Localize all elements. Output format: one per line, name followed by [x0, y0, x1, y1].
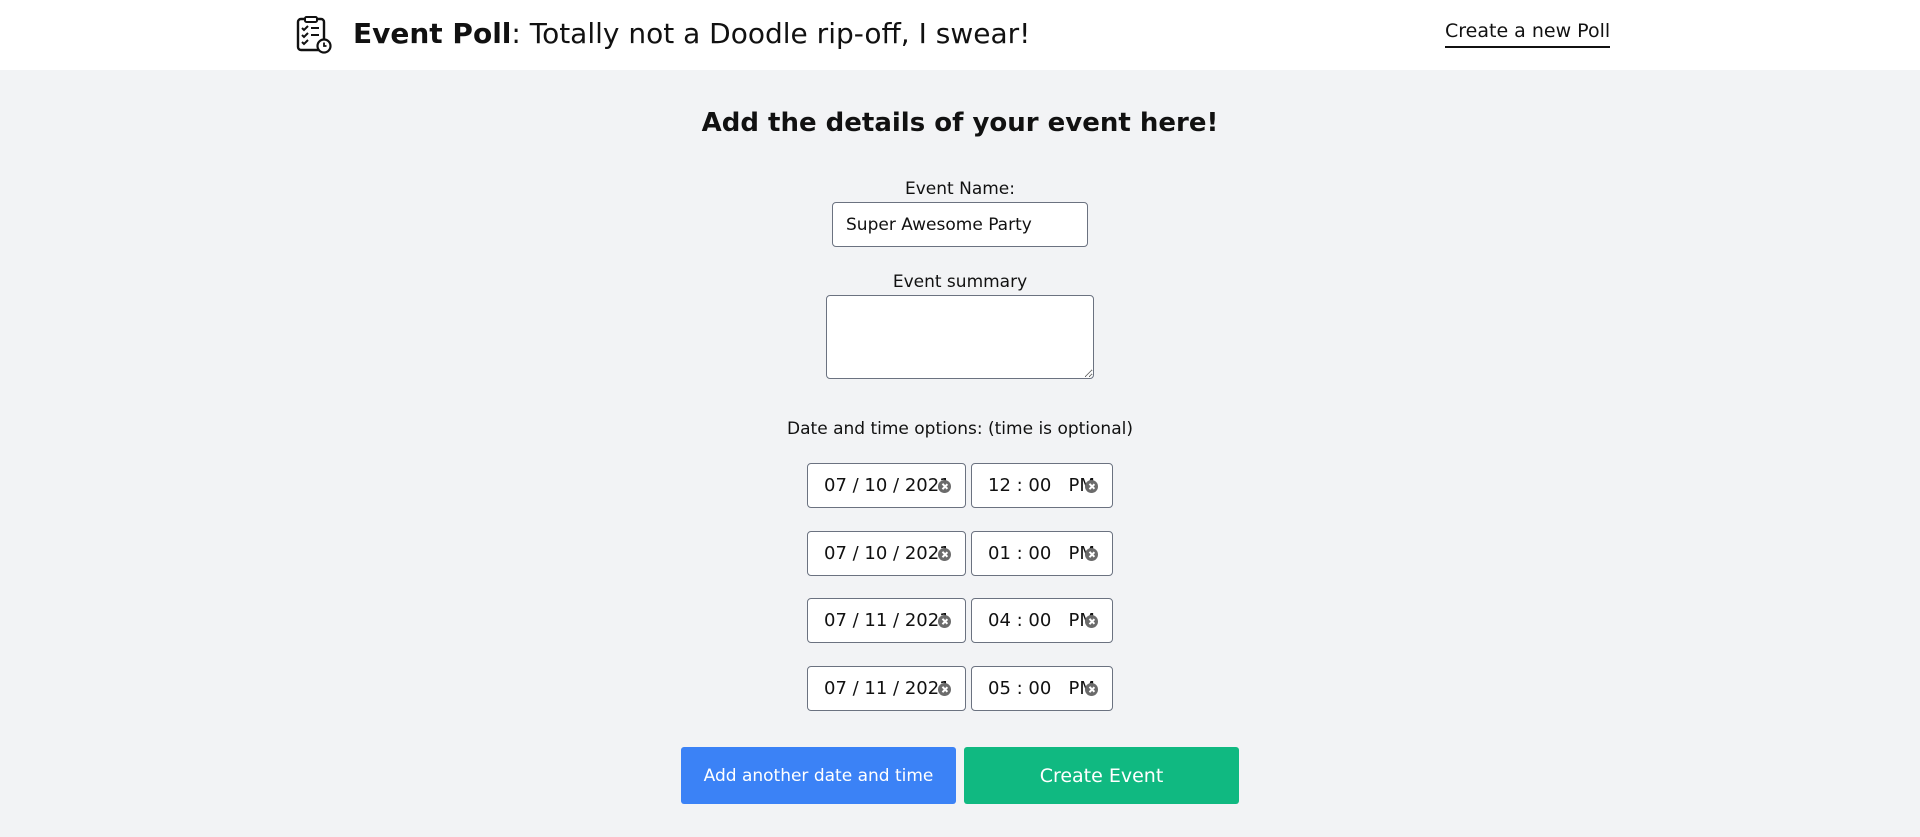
- clear-date-icon[interactable]: [938, 480, 951, 493]
- time-input[interactable]: 05 : 00 PM: [971, 666, 1113, 711]
- date-value: 07 / 10 / 2021: [824, 543, 951, 564]
- event-name-label: Event Name:: [905, 179, 1015, 199]
- clear-time-icon[interactable]: [1085, 615, 1098, 628]
- clear-time-icon[interactable]: [1085, 683, 1098, 696]
- event-form: Add the details of your event here! Even…: [0, 70, 1920, 837]
- create-event-button[interactable]: Create Event: [964, 747, 1239, 804]
- top-navbar: Event Poll: Totally not a Doodle rip-off…: [0, 0, 1920, 70]
- time-input[interactable]: 04 : 00 PM: [971, 598, 1113, 643]
- time-input[interactable]: 12 : 00 PM: [971, 463, 1113, 508]
- date-value: 07 / 11 / 2021: [824, 610, 951, 631]
- date-input[interactable]: 07 / 11 / 2021: [807, 666, 966, 711]
- date-input[interactable]: 07 / 11 / 2021: [807, 598, 966, 643]
- date-value: 07 / 11 / 2021: [824, 678, 951, 699]
- clear-date-icon[interactable]: [938, 683, 951, 696]
- event-name-input[interactable]: [832, 202, 1088, 247]
- page-title: Add the details of your event here!: [701, 108, 1219, 138]
- date-input[interactable]: 07 / 10 / 2021: [807, 463, 966, 508]
- time-value: 01 : 00 PM: [988, 543, 1095, 564]
- add-date-time-button[interactable]: Add another date and time: [681, 747, 956, 804]
- time-value: 12 : 00 PM: [988, 475, 1095, 496]
- clear-time-icon[interactable]: [1085, 480, 1098, 493]
- event-summary-textarea[interactable]: [826, 295, 1094, 379]
- date-time-option-row: 07 / 10 / 2021 12 : 00 PM: [807, 463, 1113, 508]
- event-summary-label: Event summary: [892, 272, 1028, 292]
- date-time-options-label: Date and time options: (time is optional…: [787, 419, 1133, 439]
- app-title-bold: Event Poll: [353, 17, 512, 50]
- date-time-option-row: 07 / 11 / 2021 05 : 00 PM: [807, 666, 1113, 711]
- time-value: 04 : 00 PM: [988, 610, 1095, 631]
- time-input[interactable]: 01 : 00 PM: [971, 531, 1113, 576]
- app-title-tagline: : Totally not a Doodle rip-off, I swear!: [511, 17, 1031, 50]
- checklist-clock-icon: [296, 16, 332, 54]
- clear-date-icon[interactable]: [938, 548, 951, 561]
- date-value: 07 / 10 / 2021: [824, 475, 951, 496]
- clear-date-icon[interactable]: [938, 615, 951, 628]
- date-time-option-row: 07 / 11 / 2021 04 : 00 PM: [807, 598, 1113, 643]
- date-input[interactable]: 07 / 10 / 2021: [807, 531, 966, 576]
- time-value: 05 : 00 PM: [988, 678, 1095, 699]
- create-new-poll-link[interactable]: Create a new Poll: [1445, 18, 1611, 48]
- date-time-option-row: 07 / 10 / 2021 01 : 00 PM: [807, 531, 1113, 576]
- clear-time-icon[interactable]: [1085, 548, 1098, 561]
- app-title: Event Poll: Totally not a Doodle rip-off…: [353, 15, 1030, 53]
